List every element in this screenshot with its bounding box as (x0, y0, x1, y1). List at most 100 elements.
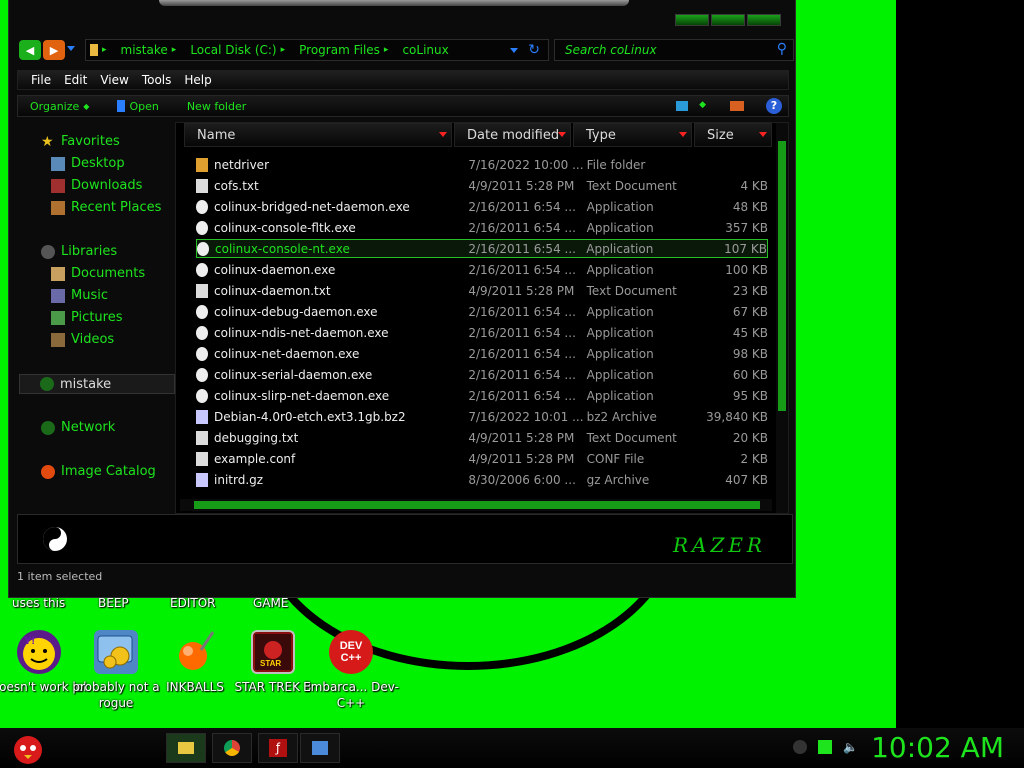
breadcrumb-local-disk[interactable]: Local Disk (C:) (190, 43, 276, 57)
horizontal-scrollbar[interactable] (180, 499, 772, 511)
view-dropdown-icon[interactable]: ◆ (699, 100, 706, 110)
window-controls (675, 14, 781, 26)
breadcrumb-program-files[interactable]: Program Files (299, 43, 380, 57)
column-header-name[interactable]: Name (184, 123, 452, 147)
taskbar-flash[interactable]: ƒ (258, 733, 298, 763)
column-header-date[interactable]: Date modified (454, 123, 571, 147)
nav-label: Downloads (71, 178, 143, 193)
file-row[interactable]: initrd.gz 8/30/2006 6:00 ... gz Archive 407… (196, 470, 768, 489)
chevron-down-icon[interactable] (558, 132, 566, 137)
breadcrumb-mistake[interactable]: mistake (121, 43, 168, 57)
nav-recent-places[interactable]: Recent Places (51, 200, 161, 215)
volume-icon[interactable]: 🔈 (843, 740, 858, 754)
file-type: Application (586, 241, 654, 256)
column-header-type[interactable]: Type (573, 123, 692, 147)
network-tray-icon[interactable] (818, 740, 832, 754)
nav-downloads[interactable]: Downloads (51, 178, 142, 193)
menu-tools[interactable]: Tools (142, 73, 172, 87)
file-row[interactable]: colinux-console-nt.exe 2/16/2011 6:54 ...… (196, 239, 768, 258)
breadcrumb-colinux[interactable]: coLinux (402, 43, 448, 57)
nav-libraries[interactable]: Libraries (41, 244, 117, 259)
menu-file[interactable]: File (31, 73, 51, 87)
folder-file-icon (196, 157, 208, 172)
file-row[interactable]: colinux-ndis-net-daemon.exe 2/16/2011 6:5… (196, 323, 768, 342)
text-file-icon (196, 430, 208, 445)
file-row[interactable]: cofs.txt 4/9/2011 5:28 PM Text Document 4 K… (196, 176, 768, 195)
search-placeholder: Search coLinux (565, 43, 657, 57)
recent-pages-dropdown[interactable] (67, 46, 75, 51)
nav-network[interactable]: Network (41, 420, 115, 435)
refresh-icon[interactable]: ↻ (528, 42, 540, 58)
minimize-button[interactable] (675, 14, 709, 26)
search-icon[interactable]: ⚲ (777, 41, 787, 57)
file-row[interactable]: colinux-console-fltk.exe 2/16/2011 6:54 .… (196, 218, 768, 237)
nav-label: Image Catalog (61, 464, 156, 479)
libraries-icon (41, 244, 55, 259)
nav-image-catalog[interactable]: Image Catalog (41, 464, 156, 479)
column-header-size[interactable]: Size (694, 123, 772, 147)
maximize-button[interactable] (711, 14, 745, 26)
file-row[interactable]: colinux-daemon.txt 4/9/2011 5:28 PM Text D… (196, 281, 768, 300)
taskbar: ƒ 🔈 10:02 AM (0, 728, 1024, 768)
clock[interactable]: 10:02 AM (871, 731, 1004, 764)
nav-desktop[interactable]: Desktop (51, 156, 125, 171)
scrollbar-thumb[interactable] (778, 141, 786, 411)
chevron-down-icon[interactable] (439, 132, 447, 137)
chevron-right-icon[interactable]: ▸ (281, 45, 286, 55)
nav-favorites[interactable]: ★ Favorites (41, 134, 120, 149)
nav-homegroup[interactable]: mistake (19, 374, 175, 394)
file-type: Application (586, 262, 654, 277)
show-hidden-icons[interactable] (793, 740, 807, 754)
scrollbar-thumb[interactable] (194, 501, 760, 509)
start-button[interactable] (10, 730, 46, 766)
back-button[interactable]: ◀ (19, 40, 41, 60)
organize-button[interactable]: Organize ◆ (30, 100, 89, 113)
chevron-right-icon[interactable]: ▸ (172, 45, 177, 55)
preview-pane-icon[interactable] (730, 101, 744, 111)
file-row[interactable]: example.conf 4/9/2011 5:28 PM CONF File 2 K… (196, 449, 768, 468)
nav-pictures[interactable]: Pictures (51, 310, 122, 325)
desktop-icon-devcpp[interactable]: DEV C++ Embarca... Dev-C++ (301, 630, 401, 711)
address-dropdown[interactable] (510, 48, 518, 53)
file-size: 60 KB (732, 367, 769, 382)
network-icon (41, 420, 55, 435)
column-label: Type (586, 127, 616, 143)
nav-music[interactable]: Music (51, 288, 108, 303)
nav-label: Libraries (61, 244, 118, 259)
menu-view[interactable]: View (100, 73, 128, 87)
razer-logo: RAZER (672, 533, 766, 557)
file-row[interactable]: colinux-serial-daemon.exe 2/16/2011 6:54 … (196, 365, 768, 384)
file-date: 4/9/2011 5:28 PM (468, 451, 575, 466)
new-folder-button[interactable]: New folder (187, 100, 246, 113)
menu-edit[interactable]: Edit (64, 73, 87, 87)
file-row[interactable]: colinux-net-daemon.exe 2/16/2011 6:54 ...… (196, 344, 768, 363)
homegroup-icon (40, 377, 54, 391)
chevron-down-icon[interactable] (759, 132, 767, 137)
file-row[interactable]: colinux-debug-daemon.exe 2/16/2011 6:54 .… (196, 302, 768, 321)
nav-documents[interactable]: Documents (51, 266, 145, 281)
file-row[interactable]: netdriver 7/16/2022 10:00 ... File folder (196, 155, 768, 174)
open-label: Open (129, 99, 159, 113)
file-row[interactable]: colinux-slirp-net-daemon.exe 2/16/2011 6:… (196, 386, 768, 405)
file-row[interactable]: colinux-bridged-net-daemon.exe 2/16/2011 … (196, 197, 768, 216)
forward-button[interactable]: ▶ (43, 40, 65, 60)
close-button[interactable] (747, 14, 781, 26)
file-row[interactable]: colinux-daemon.exe 2/16/2011 6:54 ... Appl… (196, 260, 768, 279)
vertical-scrollbar[interactable] (776, 123, 788, 513)
app-file-icon (196, 262, 208, 277)
file-row[interactable]: debugging.txt 4/9/2011 5:28 PM Text Docume… (196, 428, 768, 447)
taskbar-window[interactable] (300, 733, 340, 763)
navigation-pane: ★ Favorites Desktop Downloads Recent Plac… (15, 124, 175, 512)
address-bar[interactable]: ▸ mistake ▸ Local Disk (C:) ▸ Program Fi… (85, 39, 549, 61)
chevron-down-icon[interactable] (679, 132, 687, 137)
open-button[interactable]: Open (117, 99, 159, 113)
chevron-right-icon[interactable]: ▸ (384, 45, 389, 55)
taskbar-explorer[interactable] (166, 733, 206, 763)
help-icon[interactable]: ? (766, 98, 782, 114)
nav-videos[interactable]: Videos (51, 332, 114, 347)
taskbar-chrome[interactable] (212, 733, 252, 763)
view-options-icon[interactable] (676, 101, 688, 111)
file-row[interactable]: Debian-4.0r0-etch.ext3.1gb.bz2 7/16/2022 … (196, 407, 768, 426)
search-input[interactable]: Search coLinux ⚲ (554, 39, 794, 61)
menu-help[interactable]: Help (184, 73, 211, 87)
